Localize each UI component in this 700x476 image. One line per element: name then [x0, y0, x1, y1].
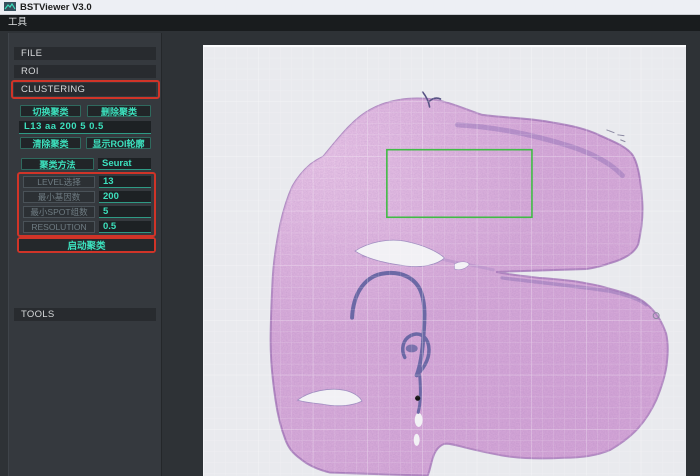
- app-body: FILE ROI CLUSTERING 切换聚类 删除聚类 L13 aa 200…: [0, 31, 700, 476]
- app-window: BSTViewer V3.0 工具 FILE ROI CLUSTERING 切换…: [0, 0, 700, 476]
- panel-header-clustering[interactable]: CLUSTERING: [14, 83, 156, 96]
- param-row-min-spots: 最小SPOT组数 5: [9, 206, 163, 218]
- switch-cluster-button[interactable]: 切换聚类: [20, 105, 81, 117]
- min-genes-field[interactable]: 200: [99, 191, 151, 203]
- param-row-min-genes: 最小基因数 200: [9, 191, 163, 203]
- param-row-resolution: RESOLUTION 0.5: [9, 221, 163, 233]
- panel-header-tools[interactable]: TOOLS: [14, 308, 156, 321]
- param-row-level: LEVEL选择 13: [9, 176, 163, 188]
- delete-cluster-button[interactable]: 删除聚类: [87, 105, 151, 117]
- menubar: 工具: [0, 15, 700, 31]
- min-spots-field[interactable]: 5: [99, 206, 151, 218]
- histology-slide-image: [204, 47, 684, 476]
- clear-cluster-button[interactable]: 清除聚类: [20, 137, 81, 149]
- panel-header-roi[interactable]: ROI: [14, 65, 156, 78]
- level-select-label: LEVEL选择: [23, 176, 95, 188]
- show-roi-outline-button[interactable]: 显示ROI轮廓: [86, 137, 151, 149]
- panel-header-file[interactable]: FILE: [14, 47, 156, 60]
- app-icon: [4, 2, 16, 12]
- slide-viewer-canvas[interactable]: [203, 45, 686, 476]
- level-select-field[interactable]: 13: [99, 176, 151, 188]
- start-clustering-button[interactable]: 启动聚类: [19, 239, 154, 251]
- menu-item-tools[interactable]: 工具: [0, 15, 35, 31]
- resolution-label: RESOLUTION: [23, 221, 95, 233]
- min-genes-label: 最小基因数: [23, 191, 95, 203]
- cluster-select-dropdown[interactable]: L13 aa 200 5 0.5: [19, 121, 151, 134]
- window-title: BSTViewer V3.0: [20, 0, 92, 15]
- titlebar: BSTViewer V3.0: [0, 0, 700, 15]
- resolution-field[interactable]: 0.5: [99, 221, 151, 233]
- sidebar: FILE ROI CLUSTERING 切换聚类 删除聚类 L13 aa 200…: [8, 33, 162, 476]
- min-spots-label: 最小SPOT组数: [23, 206, 95, 218]
- cluster-method-value[interactable]: Seurat: [98, 158, 151, 170]
- cluster-method-button[interactable]: 聚类方法: [21, 158, 94, 170]
